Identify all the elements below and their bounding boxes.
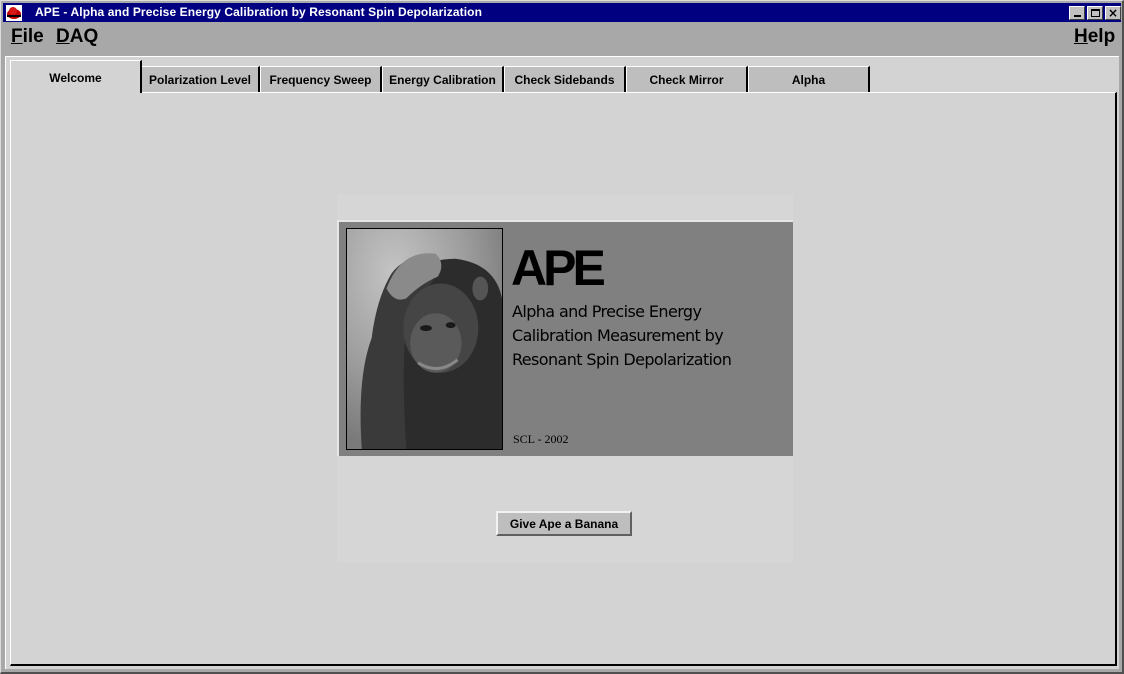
splash-subtitle-line: Alpha and Precise Energy — [512, 302, 702, 321]
menu-help-label: elp — [1087, 26, 1116, 47]
chimpanzee-photo — [346, 228, 503, 450]
tab-check-sidebands[interactable]: Check Sidebands — [504, 66, 626, 92]
menu-help[interactable]: Help — [1074, 26, 1115, 48]
menu-help-mnemonic: H — [1074, 26, 1088, 47]
minimize-button[interactable] — [1069, 6, 1085, 20]
splash-banner: APE Alpha and Precise Energy Calibration… — [337, 220, 793, 456]
menu-file-label: ile — [22, 26, 44, 47]
redhat-icon[interactable] — [6, 5, 22, 21]
tab-alpha[interactable]: Alpha — [748, 66, 870, 92]
menu-file-mnemonic: F — [11, 26, 23, 47]
splash-subtitle-line: Calibration Measurement by — [512, 326, 724, 345]
menu-file[interactable]: File — [11, 26, 44, 48]
menu-daq[interactable]: DAQ — [56, 26, 98, 48]
welcome-box: APE Alpha and Precise Energy Calibration… — [337, 195, 793, 563]
splash-subtitle: Alpha and Precise Energy Calibration Mea… — [512, 300, 732, 372]
menu-bar: File DAQ Help — [3, 23, 1121, 55]
window-title: APE - Alpha and Precise Energy Calibrati… — [35, 5, 483, 19]
menu-daq-mnemonic: D — [56, 26, 70, 47]
tab-check-mirror[interactable]: Check Mirror — [626, 66, 748, 92]
close-icon: × — [1107, 6, 1119, 20]
splash-subtitle-line: Resonant Spin Depolarization — [512, 350, 732, 369]
main-content: Welcome Polarization Level Frequency Swe… — [5, 56, 1119, 669]
tab-welcome[interactable]: Welcome — [10, 60, 142, 93]
menu-daq-label: AQ — [69, 26, 99, 47]
tab-energy-calibration[interactable]: Energy Calibration — [382, 66, 504, 92]
maximize-icon — [1090, 9, 1100, 17]
tab-bar: Welcome Polarization Level Frequency Swe… — [10, 60, 1110, 93]
splash-credit: SCL - 2002 — [513, 432, 569, 446]
welcome-panel: APE Alpha and Precise Energy Calibration… — [10, 92, 1117, 666]
give-ape-banana-button[interactable]: Give Ape a Banana — [496, 511, 632, 536]
splash-title: APE — [511, 240, 606, 296]
tab-frequency-sweep[interactable]: Frequency Sweep — [260, 66, 382, 92]
app-window: APE - Alpha and Precise Energy Calibrati… — [0, 0, 1124, 674]
maximize-button[interactable] — [1087, 6, 1103, 20]
minimize-icon — [1073, 15, 1081, 17]
tab-polarization-level[interactable]: Polarization Level — [141, 66, 260, 92]
close-button[interactable]: × — [1105, 6, 1121, 20]
title-bar[interactable]: APE - Alpha and Precise Energy Calibrati… — [3, 3, 1121, 22]
